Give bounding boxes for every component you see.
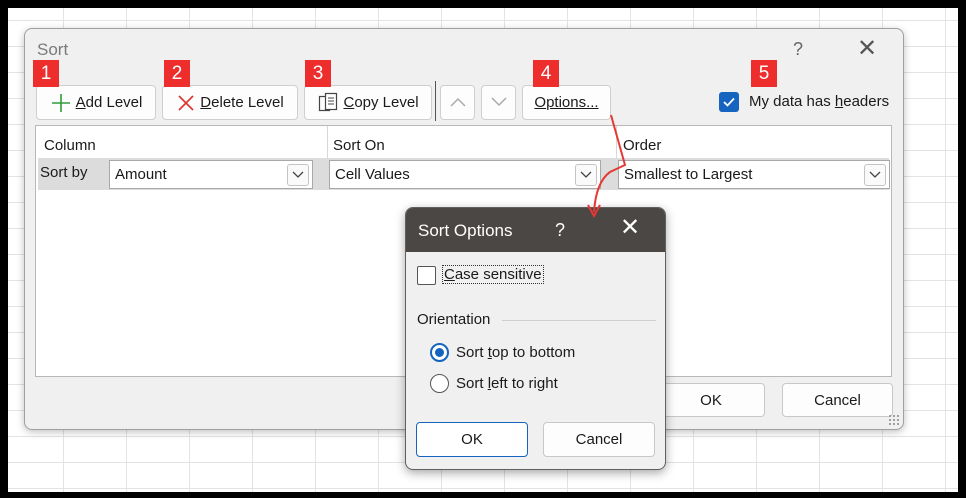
annotation-arrow — [587, 114, 627, 219]
